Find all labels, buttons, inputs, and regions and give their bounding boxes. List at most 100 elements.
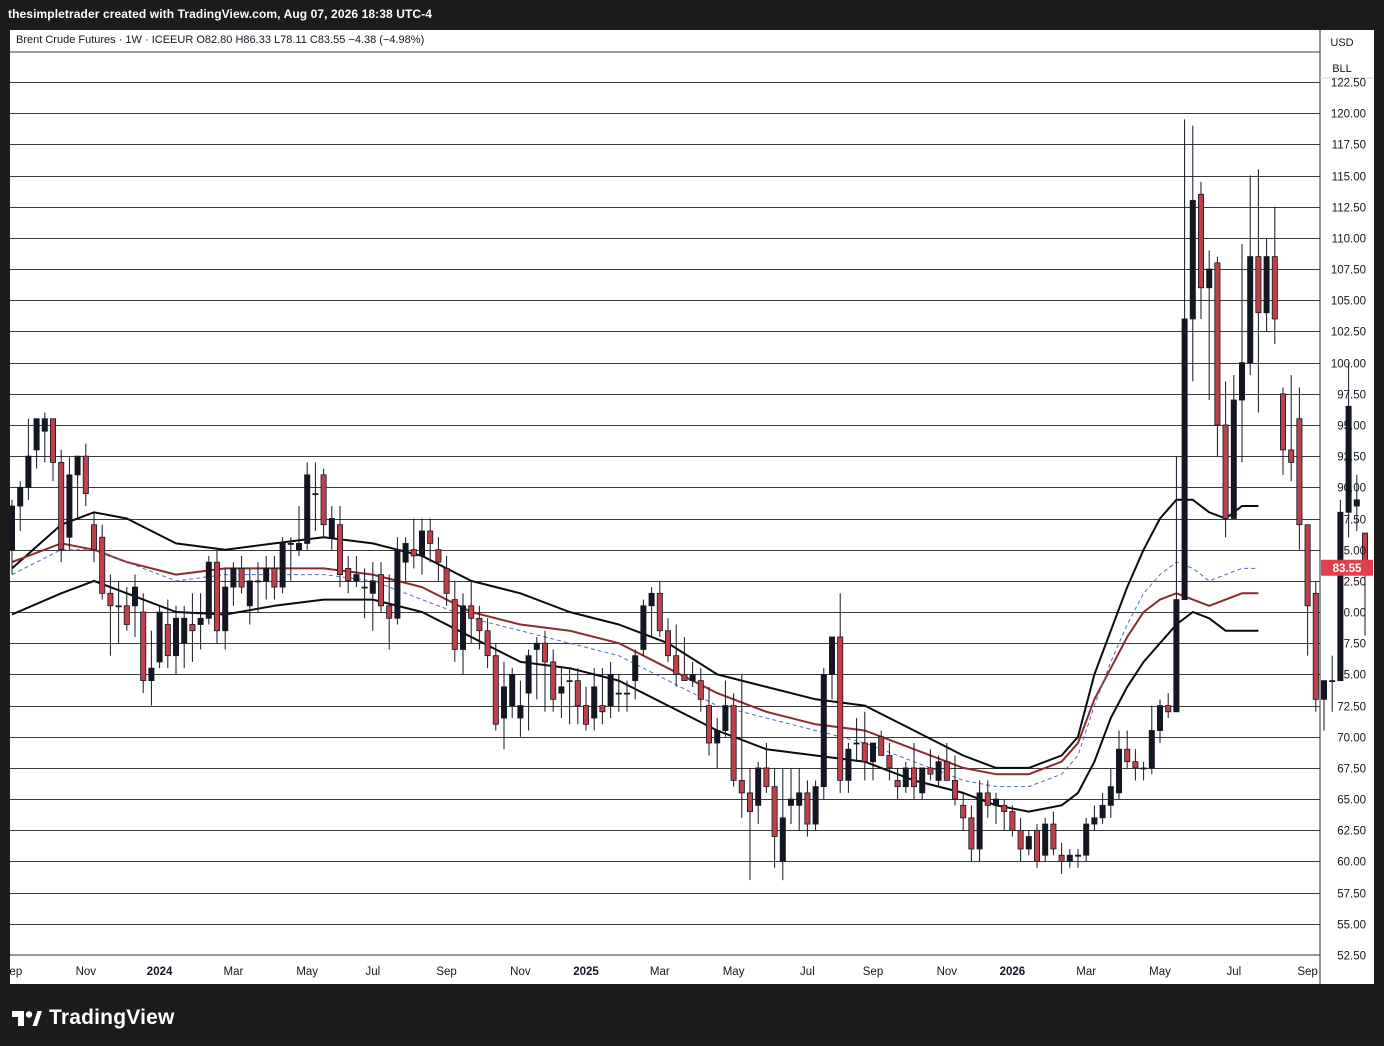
candle[interactable]: [1165, 693, 1172, 719]
candle[interactable]: [1271, 206, 1278, 344]
candle[interactable]: [1280, 387, 1287, 475]
candle[interactable]: [1255, 169, 1262, 413]
candle[interactable]: [336, 506, 343, 588]
candle[interactable]: [673, 624, 680, 687]
candle[interactable]: [820, 668, 827, 800]
candle[interactable]: [640, 599, 647, 656]
candle[interactable]: [222, 568, 229, 650]
price-chart[interactable]: 52.50 55.00 57.50 60.00 62.50 65.00 67.50 70.00…: [10, 30, 1374, 984]
candle[interactable]: [41, 412, 48, 463]
candle[interactable]: [500, 661, 507, 750]
candle[interactable]: [410, 518, 417, 569]
candle[interactable]: [656, 580, 663, 637]
candle[interactable]: [279, 537, 286, 594]
candle[interactable]: [132, 574, 139, 637]
candle[interactable]: [1239, 244, 1246, 463]
candle[interactable]: [886, 742, 893, 781]
candle[interactable]: [755, 761, 762, 825]
candle[interactable]: [632, 649, 639, 700]
candle[interactable]: [295, 506, 302, 556]
candle[interactable]: [320, 468, 327, 538]
candle[interactable]: [1263, 237, 1270, 332]
candle[interactable]: [812, 780, 819, 831]
candle[interactable]: [312, 462, 319, 531]
candle[interactable]: [1189, 125, 1196, 382]
candle[interactable]: [451, 580, 458, 662]
candle[interactable]: [1222, 381, 1229, 538]
candle[interactable]: [369, 562, 376, 631]
candle[interactable]: [1157, 699, 1164, 743]
candle[interactable]: [714, 718, 721, 768]
candle[interactable]: [58, 449, 65, 563]
candle[interactable]: [878, 730, 885, 756]
candle[interactable]: [271, 555, 278, 600]
candle[interactable]: [1050, 811, 1057, 856]
candle[interactable]: [861, 711, 868, 781]
candle[interactable]: [1066, 848, 1073, 868]
candle[interactable]: [993, 792, 1000, 825]
chart-pane[interactable]: 52.50 55.00 57.50 60.00 62.50 65.00 67.50 70.00…: [10, 30, 1374, 984]
candle[interactable]: [402, 537, 409, 581]
candle[interactable]: [238, 555, 245, 594]
candle[interactable]: [304, 462, 311, 550]
candle[interactable]: [574, 668, 581, 725]
candle[interactable]: [172, 605, 179, 675]
candle[interactable]: [181, 605, 188, 669]
candle[interactable]: [1148, 705, 1155, 775]
candle[interactable]: [1312, 580, 1319, 712]
candle[interactable]: [730, 693, 737, 787]
candle[interactable]: [870, 742, 877, 781]
candle[interactable]: [722, 680, 729, 737]
candle[interactable]: [140, 593, 147, 694]
candle[interactable]: [763, 742, 770, 793]
candle[interactable]: [377, 562, 384, 613]
candle[interactable]: [706, 686, 713, 756]
candle[interactable]: [542, 630, 549, 712]
candle[interactable]: [435, 537, 442, 581]
candle[interactable]: [902, 761, 909, 793]
candle[interactable]: [583, 686, 590, 731]
candle[interactable]: [263, 555, 270, 600]
candle[interactable]: [1321, 680, 1328, 731]
candle[interactable]: [1288, 375, 1295, 482]
candle[interactable]: [1083, 817, 1090, 862]
candle[interactable]: [328, 506, 335, 550]
tradingview-logo[interactable]: TradingView: [12, 1004, 175, 1032]
candle[interactable]: [50, 418, 57, 482]
candle[interactable]: [10, 499, 15, 575]
candle[interactable]: [345, 555, 352, 594]
candle[interactable]: [82, 443, 89, 507]
candle[interactable]: [1107, 767, 1114, 818]
candle[interactable]: [665, 618, 672, 662]
candle[interactable]: [533, 636, 540, 700]
candle[interactable]: [984, 780, 991, 818]
candle[interactable]: [386, 574, 393, 650]
candle[interactable]: [566, 668, 573, 725]
candle[interactable]: [1230, 375, 1237, 519]
candle[interactable]: [1116, 730, 1123, 800]
candle[interactable]: [1075, 848, 1082, 868]
candle[interactable]: [1001, 799, 1008, 831]
candle[interactable]: [788, 767, 795, 825]
candle[interactable]: [1140, 761, 1147, 781]
candle[interactable]: [1058, 842, 1065, 874]
candle[interactable]: [771, 767, 778, 868]
candle[interactable]: [418, 518, 425, 575]
candle[interactable]: [197, 593, 204, 650]
candle[interactable]: [1099, 792, 1106, 825]
candles[interactable]: [10, 119, 1369, 881]
candle[interactable]: [1296, 387, 1303, 550]
candle[interactable]: [99, 524, 106, 600]
candle[interactable]: [25, 418, 32, 500]
candle[interactable]: [1009, 805, 1016, 837]
candle[interactable]: [1034, 824, 1041, 868]
candle[interactable]: [492, 643, 499, 731]
candle[interactable]: [1329, 655, 1336, 712]
candle[interactable]: [968, 805, 975, 862]
candle[interactable]: [607, 661, 614, 719]
candle[interactable]: [1181, 119, 1188, 600]
candle[interactable]: [1206, 250, 1213, 401]
candle[interactable]: [1124, 730, 1131, 768]
candle[interactable]: [550, 649, 557, 712]
candle[interactable]: [1042, 817, 1049, 862]
